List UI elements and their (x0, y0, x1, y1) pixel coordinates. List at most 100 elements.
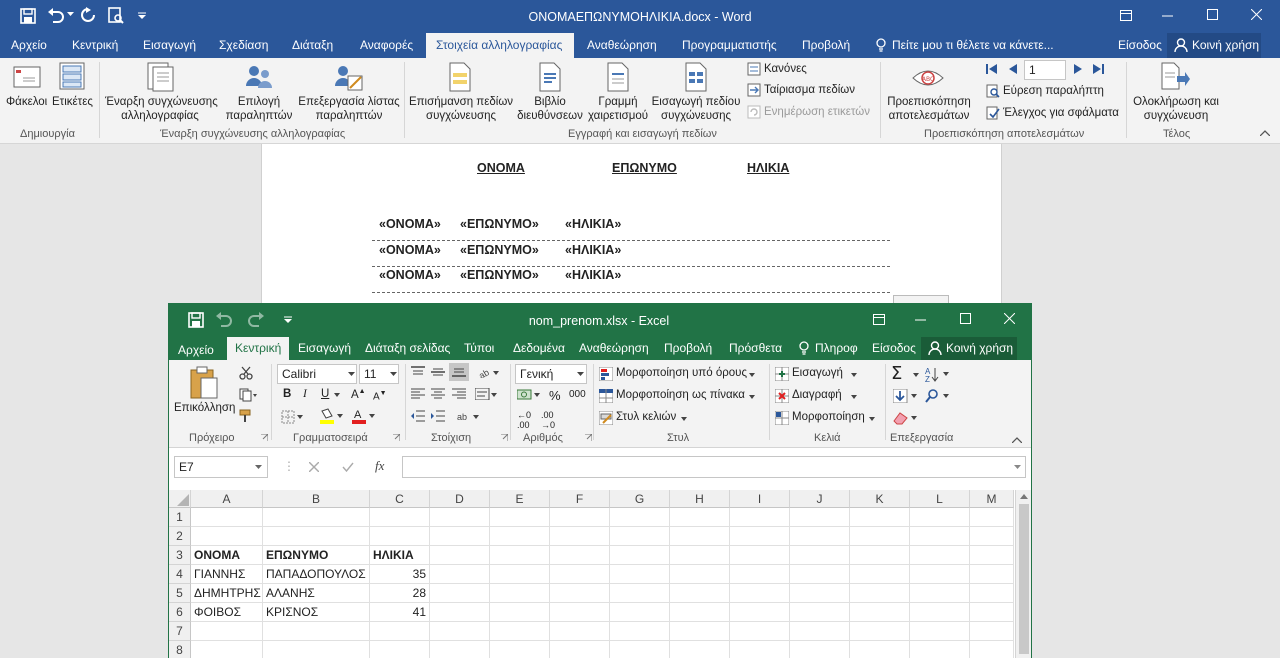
tab-review[interactable]: Αναθεώρηση (579, 341, 649, 355)
cell-c1[interactable] (370, 508, 430, 527)
cell-c6[interactable]: 41 (370, 603, 430, 622)
cell-h7[interactable] (670, 622, 730, 641)
orientation-icon[interactable]: ab (479, 366, 499, 378)
record-number-input[interactable]: 1 (1024, 60, 1066, 80)
insert-merge-field-icon[interactable] (684, 62, 710, 92)
greeting-line-button-line2[interactable]: χαιρετισμού (586, 109, 650, 123)
cell-k6[interactable] (850, 603, 910, 622)
align-left-icon[interactable] (411, 388, 425, 400)
preview-results-button-line2[interactable]: αποτελεσμάτων (884, 109, 974, 123)
format-painter-icon[interactable] (239, 409, 253, 423)
cell-e1[interactable] (490, 508, 550, 527)
merge-field-surname[interactable]: «ΕΠΩΝΥΜΟ» (460, 217, 539, 231)
decrease-indent-icon[interactable] (411, 410, 425, 422)
last-record-icon[interactable] (1092, 63, 1104, 75)
cell-i5[interactable] (730, 584, 790, 603)
middle-align-icon[interactable] (431, 366, 445, 378)
cell-e2[interactable] (490, 527, 550, 546)
row-header[interactable]: 1 (169, 508, 191, 527)
cell-h5[interactable] (670, 584, 730, 603)
greeting-line-button[interactable]: Γραμμή (586, 95, 650, 109)
tab-layout[interactable]: Διάταξη (292, 38, 333, 52)
cell-b6[interactable]: ΚΡΙΣΝΟΣ (263, 603, 370, 622)
cut-icon[interactable] (239, 366, 253, 380)
cell-b2[interactable] (263, 527, 370, 546)
cell-b4[interactable]: ΠΑΠΑΔΟΠΟΥΛΟΣ (263, 565, 370, 584)
tab-home[interactable]: Κεντρική (227, 337, 290, 360)
envelopes-button[interactable]: Φάκελοι (6, 95, 47, 109)
cell-m6[interactable] (970, 603, 1014, 622)
cell-g5[interactable] (610, 584, 670, 603)
bold-button[interactable]: B (283, 388, 291, 400)
merge-field-name[interactable]: «ΟΝΟΜΑ» (379, 243, 441, 257)
cell-b5[interactable]: ΑΛΑΝΗΣ (263, 584, 370, 603)
column-header-m[interactable]: M (970, 490, 1014, 508)
chevron-down-icon[interactable] (869, 417, 875, 421)
cell-h2[interactable] (670, 527, 730, 546)
chevron-down-icon[interactable] (851, 373, 857, 377)
chevron-down-icon[interactable] (851, 395, 857, 399)
cell-c2[interactable] (370, 527, 430, 546)
cell-a6[interactable]: ΦΟΙΒΟΣ (191, 603, 263, 622)
find-recipient-button[interactable]: Εύρεση παραλήπτη (1003, 84, 1104, 98)
bottom-align-button[interactable] (449, 363, 469, 381)
select-recipients-icon[interactable] (245, 64, 273, 92)
tab-file[interactable]: Αρχείο (11, 38, 47, 52)
cell-i8[interactable] (730, 641, 790, 658)
start-merge-button-line2[interactable]: αλληλογραφίας (105, 109, 215, 123)
column-header-k[interactable]: K (850, 490, 910, 508)
minimize-icon[interactable] (1162, 15, 1173, 17)
tab-references[interactable]: Αναφορές (360, 38, 413, 52)
share-button[interactable]: Κοινή χρήση (1167, 33, 1261, 58)
first-record-icon[interactable] (986, 63, 998, 75)
tab-home[interactable]: Κεντρική (72, 38, 118, 52)
chevron-down-icon[interactable] (681, 417, 687, 421)
cell-e5[interactable] (490, 584, 550, 603)
cell-d4[interactable] (430, 565, 490, 584)
cell-k8[interactable] (850, 641, 910, 658)
align-center-icon[interactable] (431, 388, 445, 400)
underline-button[interactable]: U (321, 388, 329, 400)
labels-button[interactable]: Ετικέτες (52, 95, 93, 109)
collapse-ribbon-icon[interactable] (1012, 437, 1022, 443)
chevron-down-icon[interactable] (749, 373, 755, 377)
cell-e4[interactable] (490, 565, 550, 584)
check-errors-button[interactable]: Έλεγχος για σφάλματα (1003, 106, 1119, 120)
cell-a7[interactable] (191, 622, 263, 641)
dialog-launcher-icon[interactable] (585, 434, 592, 441)
column-header-h[interactable]: H (670, 490, 730, 508)
cell-i6[interactable] (730, 603, 790, 622)
greeting-line-icon[interactable] (606, 62, 630, 92)
chevron-down-icon[interactable] (577, 372, 584, 376)
row-header[interactable]: 8 (169, 641, 191, 658)
start-merge-button[interactable]: Έναρξη συγχώνευσης (105, 95, 218, 109)
cell-g6[interactable] (610, 603, 670, 622)
cell-f2[interactable] (550, 527, 610, 546)
finish-merge-button[interactable]: Ολοκλήρωση και (1128, 95, 1224, 109)
borders-icon[interactable] (281, 410, 303, 424)
finish-merge-icon[interactable] (1160, 62, 1190, 92)
cell-c3[interactable]: ΗΛΙΚΙΑ (370, 546, 430, 565)
ribbon-display-options-icon[interactable] (1120, 10, 1132, 21)
cells-area[interactable]: ΟΝΟΜΑ ΕΠΩΝΥΜΟ ΗΛΙΚΙΑ ΓΙΑΝΝΗΣ ΠΑΠΑΔΟΠΟΥΛΟΣ 35 Δ… (191, 508, 1014, 658)
chevron-down-icon[interactable] (390, 372, 397, 376)
highlight-merge-fields-button[interactable]: Επισήμανση πεδίων (408, 95, 514, 109)
cell-c4[interactable]: 35 (370, 565, 430, 584)
cell-d2[interactable] (430, 527, 490, 546)
insert-cells-button[interactable]: Εισαγωγή (792, 367, 843, 379)
column-header-f[interactable]: F (550, 490, 610, 508)
ribbon-display-options-icon[interactable] (873, 314, 885, 325)
cell-h8[interactable] (670, 641, 730, 658)
maximize-icon[interactable] (960, 313, 971, 324)
tab-insert[interactable]: Εισαγωγή (143, 38, 196, 52)
cell-i3[interactable] (730, 546, 790, 565)
highlight-merge-fields-button-line2[interactable]: συγχώνευσης (408, 109, 514, 123)
cell-f3[interactable] (550, 546, 610, 565)
cell-d8[interactable] (430, 641, 490, 658)
cell-h4[interactable] (670, 565, 730, 584)
previous-record-icon[interactable] (1008, 63, 1018, 75)
paste-icon[interactable] (189, 366, 219, 400)
comma-style-button[interactable]: 000 (569, 389, 586, 400)
formula-input[interactable] (402, 456, 1026, 478)
cell-a8[interactable] (191, 641, 263, 658)
